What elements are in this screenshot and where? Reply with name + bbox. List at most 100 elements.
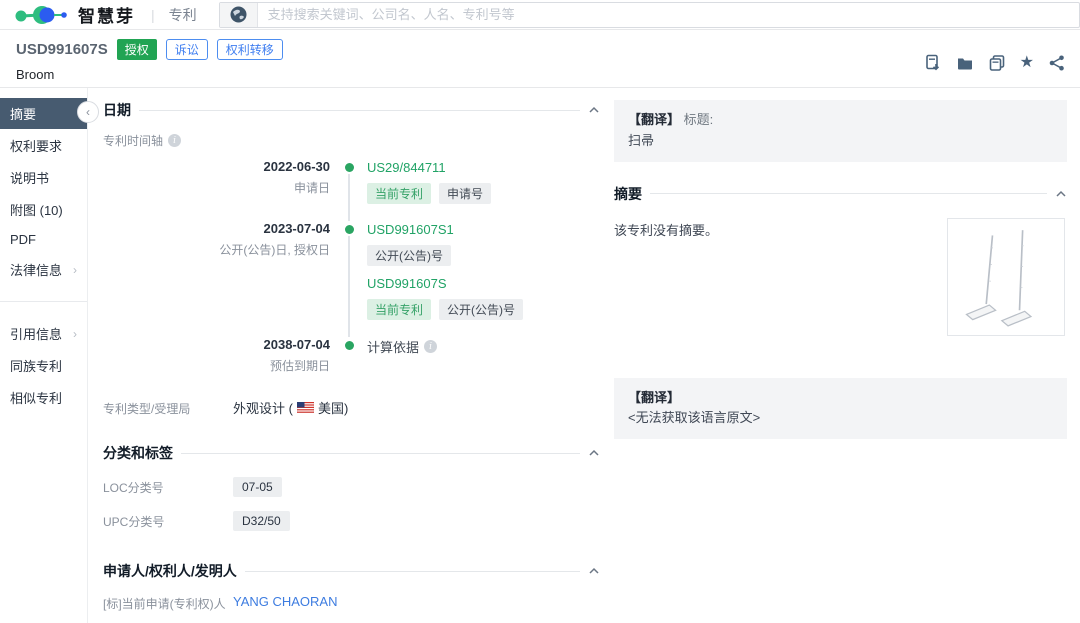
timeline-date-label: 公开(公告)日, 授权日 [219, 243, 330, 257]
sidebar-collapse-button[interactable]: ‹ [77, 101, 99, 123]
sidebar-item-label: 引用信息 [10, 327, 63, 342]
translation-title-box: 【翻译】 标题: 扫帚 [614, 100, 1067, 162]
tag-publication-number: 公开(公告)号 [367, 245, 451, 266]
chevron-up-icon[interactable] [588, 447, 600, 459]
section-title: 分类和标签 [103, 445, 173, 461]
patent-office-value: 美国) [317, 401, 349, 416]
broom-drawing-icon [965, 229, 1033, 327]
section-title: 申请人/权利人/发明人 [103, 563, 237, 579]
us-flag-icon [296, 402, 314, 413]
sidebar-nav: 摘要 权利要求 说明书 附图 (10) PDF 法律信息 › 引用信息 › 同族… [0, 88, 88, 623]
brand-name: 智慧芽 [78, 7, 135, 26]
timeline-axis [343, 159, 355, 221]
section-divider [181, 452, 580, 454]
badge-rights-transfer[interactable]: 权利转移 [216, 39, 283, 60]
loc-class-value[interactable]: 07-05 [233, 477, 282, 497]
info-icon[interactable]: i [424, 340, 438, 353]
patent-drawing-thumbnail[interactable] [947, 217, 1065, 336]
chevron-right-icon: › [73, 326, 77, 341]
timeline-dot [344, 341, 354, 350]
publication-number-link[interactable]: USD991607S [367, 276, 447, 291]
tag-application-number: 申请号 [439, 183, 492, 204]
tag-publication-number: 公开(公告)号 [439, 299, 524, 320]
timeline-connector [348, 236, 350, 337]
sidebar-item-description[interactable]: 说明书 [0, 162, 87, 193]
sidebar-item-label: 法律信息 [10, 263, 63, 278]
header-action-icons: ★ [924, 54, 1066, 72]
sidebar-item-label: 附图 (10) [10, 203, 63, 218]
section-dates-header: 日期 [103, 100, 600, 120]
timeline-dot [344, 163, 354, 172]
star-icon[interactable]: ★ [1020, 55, 1034, 71]
timeline-axis [343, 337, 355, 374]
sidebar-item-figures[interactable]: 附图 (10) [0, 194, 87, 225]
globe-icon [230, 6, 247, 23]
abstract-body: 该专利没有摘要。 [614, 216, 1067, 364]
patent-number: USD991607S [16, 41, 108, 58]
loc-class-label: LOC分类号 [103, 481, 164, 495]
copy-icon[interactable] [988, 54, 1006, 72]
sidebar-item-label: 说明书 [10, 171, 50, 186]
nav-divider: | [151, 6, 155, 23]
sidebar-item-family[interactable]: 同族专利 [0, 350, 87, 381]
sidebar-item-citations[interactable]: 引用信息 › [0, 318, 87, 349]
sidebar-item-legal-info[interactable]: 法律信息 › [0, 254, 87, 285]
nav-patent[interactable]: 专利 [169, 5, 197, 25]
section-people-header: 申请人/权利人/发明人 [103, 561, 600, 581]
chevron-right-icon: › [73, 262, 77, 277]
timeline-dot [344, 225, 354, 234]
sidebar-item-abstract[interactable]: 摘要 [0, 98, 87, 129]
timeline-axis [343, 221, 355, 337]
sidebar-item-label: 权利要求 [10, 139, 63, 154]
sidebar-item-label: 摘要 [10, 107, 37, 122]
upc-class-value[interactable]: D32/50 [233, 511, 290, 531]
chevron-up-icon[interactable] [588, 565, 600, 577]
application-number-link[interactable]: US29/844711 [367, 160, 446, 175]
sidebar-item-claims[interactable]: 权利要求 [0, 130, 87, 161]
timeline-connector [348, 174, 350, 221]
search-scope-button[interactable] [219, 2, 258, 27]
section-divider [650, 193, 1047, 195]
applicant-link[interactable]: YANG CHAORAN [233, 594, 338, 609]
timeline-label: 专利时间轴 [103, 134, 164, 148]
sidebar-divider [0, 301, 87, 302]
patent-type-row: 专利类型/受理局 外观设计 ( 美国) [103, 398, 600, 417]
sidebar-item-similar[interactable]: 相似专利 [0, 382, 87, 413]
badge-litigation[interactable]: 诉讼 [165, 39, 208, 60]
chevron-up-icon[interactable] [588, 104, 600, 116]
publication-number-link[interactable]: USD991607S1 [367, 222, 454, 237]
patent-title: Broom [16, 67, 55, 82]
section-abstract-header: 摘要 [614, 184, 1067, 204]
status-badge-granted: 授权 [116, 39, 157, 60]
chevron-up-icon[interactable] [1055, 188, 1067, 200]
share-icon[interactable] [1048, 54, 1066, 72]
tag-current-patent: 当前专利 [367, 183, 432, 204]
timeline-row: 2023-07-04 公开(公告)日, 授权日 USD991607S1 公开(公… [103, 221, 600, 337]
patent-header: USD991607S 授权 诉讼 权利转移 Broom ★ [0, 30, 1080, 88]
patent-type-value: 外观设计 ( [233, 401, 293, 416]
sidebar-item-label: 同族专利 [10, 359, 63, 374]
export-pdf-icon[interactable] [924, 54, 942, 72]
section-title: 日期 [103, 102, 131, 118]
info-icon[interactable]: i [168, 134, 182, 147]
translation-abstract-box: 【翻译】 <无法获取该语言原文> [614, 377, 1067, 440]
classification-row: LOC分类号 07-05 [103, 477, 600, 497]
translation-prefix: 【翻译】 [628, 389, 681, 405]
people-row: [标]当前申请(专利权)人 YANG CHAORAN [103, 593, 600, 612]
timeline-date: 2038-07-04 [263, 337, 331, 352]
search-input[interactable] [257, 7, 1079, 22]
folder-icon[interactable] [956, 54, 974, 72]
section-divider [139, 109, 580, 111]
people-label: [标]当前申请(专利权)人 [103, 597, 226, 611]
sidebar-item-pdf[interactable]: PDF [0, 226, 87, 253]
section-classification-header: 分类和标签 [103, 443, 600, 463]
brand[interactable]: 智慧芽 [14, 2, 135, 27]
search-bar[interactable] [218, 1, 1080, 28]
patsnap-logo-icon [15, 5, 67, 24]
section-title: 摘要 [614, 185, 642, 202]
timeline-date: 2023-07-04 [263, 221, 331, 236]
timeline-date: 2022-06-30 [263, 159, 331, 174]
translation-title-value: 扫帚 [628, 132, 655, 148]
main-content: 日期 专利时间轴 i 2022-06-30 申请日 US29/844711 当前… [88, 88, 600, 623]
translation-prefix: 【翻译】 [628, 112, 681, 127]
